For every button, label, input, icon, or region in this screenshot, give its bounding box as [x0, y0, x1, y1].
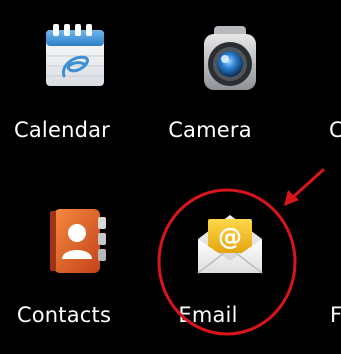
app-label-email: Email	[178, 303, 238, 327]
camera-icon-graphic	[204, 26, 256, 90]
svg-text:@: @	[218, 223, 242, 251]
partial-app-label-row2: F	[330, 303, 341, 327]
calendar-icon-graphic	[46, 24, 104, 86]
home-screen-app-drawer: Calendar Camera C Contacts @ Email F	[0, 0, 341, 354]
calendar-icon	[40, 20, 110, 90]
app-camera[interactable]: Camera	[155, 0, 305, 150]
app-label-camera: Camera	[168, 118, 252, 142]
camera-icon	[194, 22, 266, 94]
contacts-icon	[40, 205, 110, 277]
app-label-calendar: Calendar	[13, 118, 111, 142]
app-label-contacts: Contacts	[16, 303, 112, 327]
email-icon: @	[192, 205, 268, 281]
app-calendar[interactable]: Calendar	[0, 0, 150, 150]
contacts-icon-graphic	[50, 209, 106, 273]
app-email[interactable]: @ Email	[155, 185, 305, 335]
app-contacts[interactable]: Contacts	[0, 185, 150, 335]
email-icon-graphic: @	[197, 215, 263, 274]
partial-app-label-row1: C	[329, 118, 341, 142]
